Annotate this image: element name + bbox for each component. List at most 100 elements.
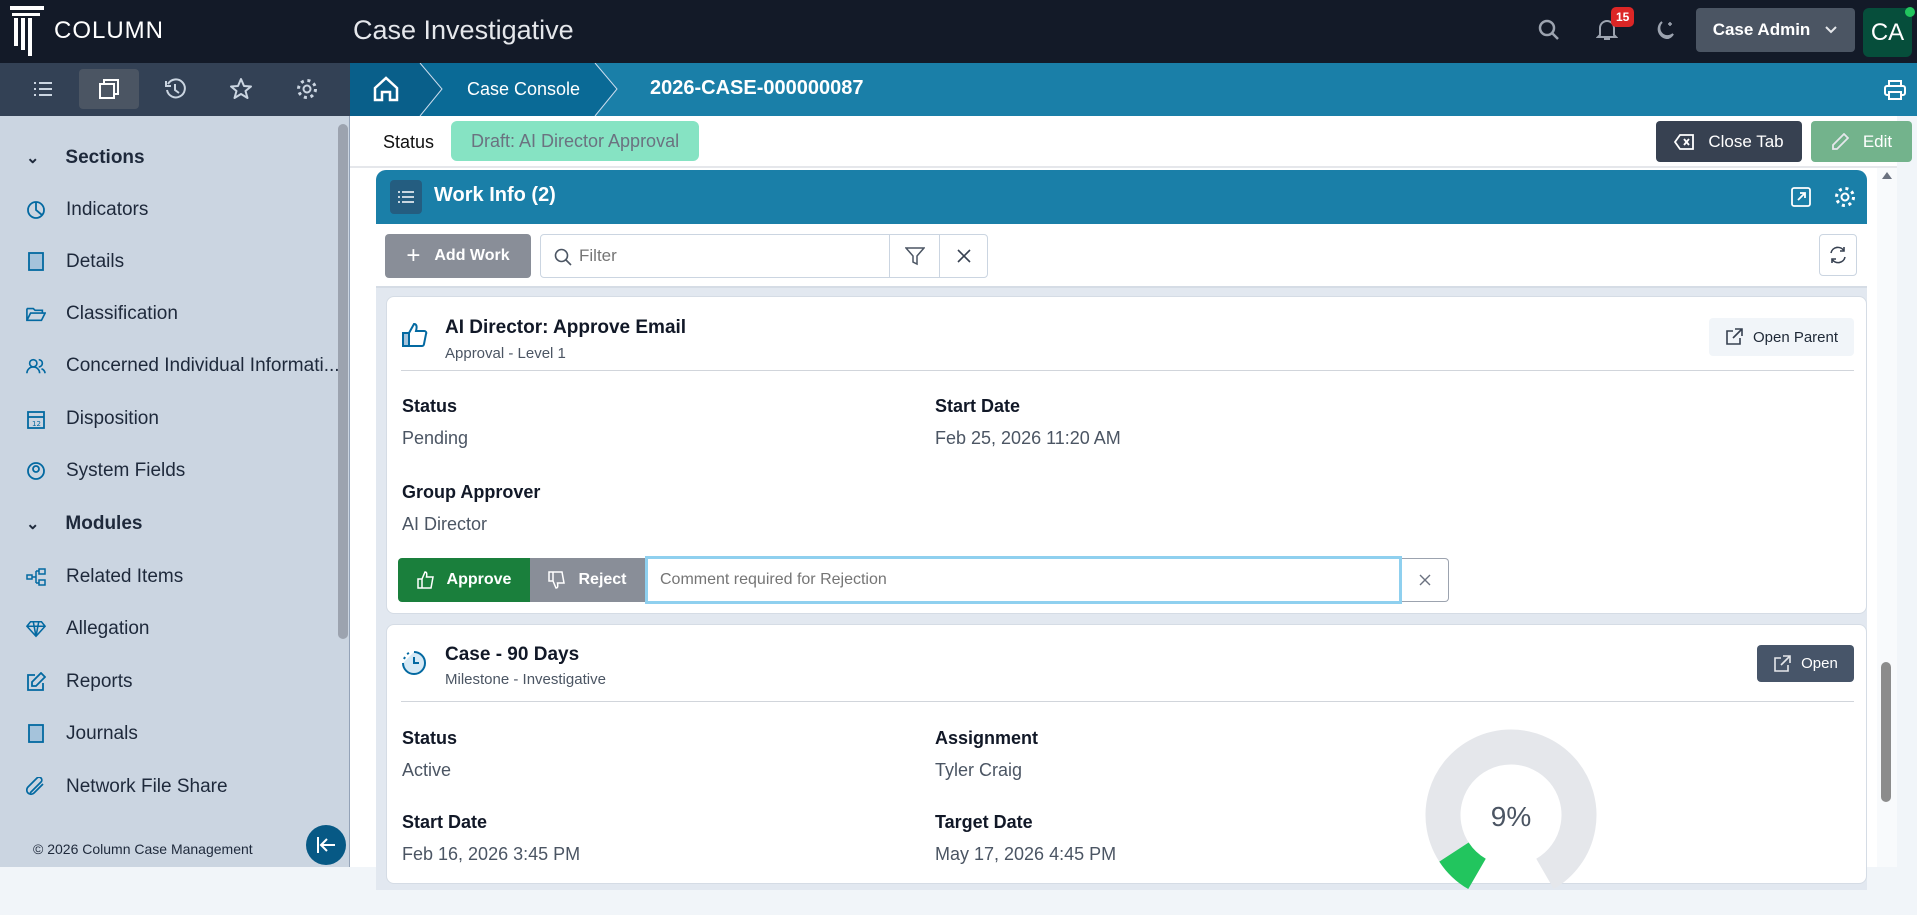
popout-icon — [1791, 187, 1811, 207]
close-tab-label: Close Tab — [1708, 131, 1784, 151]
filter-input[interactable] — [579, 241, 819, 271]
status-label: Status — [383, 132, 435, 152]
modules-header[interactable]: ⌄ Modules — [26, 513, 142, 535]
sidebar-item-label: Related Items — [66, 566, 184, 587]
sidebar-item-disposition[interactable]: 12 Disposition — [26, 408, 159, 430]
filter-options-button[interactable] — [889, 235, 939, 277]
sidebar-item-concerned-individual[interactable]: Concerned Individual Informati... — [26, 355, 340, 377]
clock-milestone-icon — [402, 651, 426, 675]
moon-stars-icon — [1657, 21, 1674, 40]
search-button[interactable] — [1537, 18, 1561, 42]
hierarchy-icon — [26, 567, 46, 587]
work-info-menu-icon[interactable] — [390, 180, 422, 214]
work-info-title: Work Info (2) — [434, 184, 556, 206]
close-icon — [1419, 574, 1431, 586]
work-item-title: Case - 90 Days — [445, 644, 580, 665]
refresh-button[interactable] — [1819, 234, 1857, 276]
open-button[interactable]: Open — [1757, 645, 1854, 682]
main-scrollbar[interactable] — [1877, 168, 1897, 867]
sidebar-footer: © 2026 Column Case Management — [33, 841, 253, 857]
sidebar-item-journals[interactable]: Journals — [26, 723, 138, 745]
book-icon — [26, 252, 46, 272]
field-value: Feb 16, 2026 3:45 PM — [402, 844, 581, 864]
breadcrumb-case-console[interactable]: Case Console — [467, 79, 580, 100]
history-icon — [165, 78, 186, 99]
main-content: Status Draft: AI Director Approval Close… — [350, 116, 1912, 890]
sidebar-item-reports[interactable]: Reports — [26, 671, 133, 693]
work-item-subtitle: Approval - Level 1 — [445, 345, 566, 362]
app-title: Case Investigative — [353, 15, 574, 45]
avatar[interactable]: CA — [1863, 8, 1912, 57]
user-menu-button[interactable]: Case Admin — [1696, 8, 1855, 52]
sidebar-scrollbar[interactable] — [338, 124, 348, 639]
sidebar-item-label: Classification — [66, 303, 178, 324]
home-button[interactable] — [372, 75, 400, 103]
thumbs-up-icon — [402, 322, 428, 347]
sidebar-item-label: Indicators — [66, 199, 149, 220]
sidebar-item-label: Journals — [66, 723, 138, 744]
field-value: Pending — [402, 428, 469, 448]
user-gear-icon — [26, 461, 46, 481]
sidebar-item-label: System Fields — [66, 460, 186, 481]
settings-button[interactable] — [277, 69, 337, 109]
sidebar-item-allegation[interactable]: Allegation — [26, 618, 149, 640]
add-work-button[interactable]: + Add Work — [385, 234, 531, 278]
sidebar-item-label: Allegation — [66, 618, 150, 639]
work-info-header: Work Info (2) — [376, 170, 1867, 224]
breadcrumb-case-id: 2026-CASE-000000087 — [650, 77, 864, 99]
sidebar-item-classification[interactable]: Classification — [26, 303, 178, 325]
close-tab-button[interactable]: Close Tab — [1656, 121, 1802, 162]
filter-group — [540, 234, 988, 278]
refresh-icon — [1830, 246, 1846, 264]
card-divider — [401, 701, 1854, 702]
edit-button[interactable]: Edit — [1811, 121, 1912, 162]
home-icon — [373, 76, 399, 102]
sidebar-item-related-items[interactable]: Related Items — [26, 566, 183, 588]
favorites-button[interactable] — [211, 69, 271, 109]
sidebar-item-network-file-share[interactable]: Network File Share — [26, 776, 228, 798]
chevron-down-icon: ⌄ — [26, 150, 40, 167]
backspace-icon — [1674, 133, 1695, 150]
diamond-icon — [26, 619, 46, 639]
reject-label: Reject — [578, 571, 627, 588]
collapse-sidebar-button[interactable] — [306, 825, 346, 865]
clear-comment-button[interactable] — [1402, 558, 1449, 602]
panel-settings-button[interactable] — [1833, 185, 1857, 209]
pencil-icon — [1831, 132, 1849, 150]
sidebar-item-details[interactable]: Details — [26, 251, 124, 273]
sidebar-item-label: Network File Share — [66, 776, 228, 797]
sidebar-item-system-fields[interactable]: System Fields — [26, 460, 185, 482]
sections-label: Sections — [65, 147, 145, 168]
logo[interactable]: COLUMN — [10, 6, 164, 56]
approve-button[interactable]: Approve — [398, 558, 530, 602]
notification-badge: 15 — [1611, 7, 1635, 27]
field-value: Tyler Craig — [935, 760, 1023, 780]
open-parent-button[interactable]: Open Parent — [1709, 318, 1854, 356]
sidebar-item-indicators[interactable]: Indicators — [26, 199, 148, 221]
rejection-comment-input[interactable] — [645, 556, 1402, 604]
tabs-view-button[interactable] — [79, 69, 139, 109]
avatar-initials: CA — [1870, 18, 1905, 46]
field-value: AI Director — [402, 514, 488, 534]
sidebar: ⌄ Sections Indicators Details Classificat… — [0, 116, 350, 867]
field-label: Start Date — [935, 396, 1021, 416]
edit-square-icon — [26, 672, 46, 692]
reject-button[interactable]: Reject — [530, 558, 645, 602]
print-button[interactable] — [1883, 79, 1907, 101]
sections-header[interactable]: ⌄ Sections — [26, 147, 145, 169]
card-divider — [401, 370, 1854, 371]
popout-button[interactable] — [1790, 186, 1812, 208]
open-label: Open — [1801, 655, 1838, 672]
history-button[interactable] — [145, 69, 205, 109]
star-icon — [230, 78, 252, 99]
gauge-percent-label: 9% — [1491, 801, 1531, 832]
scroll-up-arrow[interactable] — [1882, 172, 1892, 179]
clear-filter-button[interactable] — [939, 235, 988, 277]
theme-toggle[interactable] — [1653, 18, 1677, 42]
work-info-toolbar: + Add Work — [376, 224, 1867, 288]
search-icon — [1538, 19, 1559, 40]
list-view-button[interactable] — [13, 69, 73, 109]
scrollbar-thumb[interactable] — [1881, 662, 1891, 802]
arrow-left-to-line-icon — [317, 837, 335, 853]
field-label: Target Date — [935, 812, 1033, 832]
